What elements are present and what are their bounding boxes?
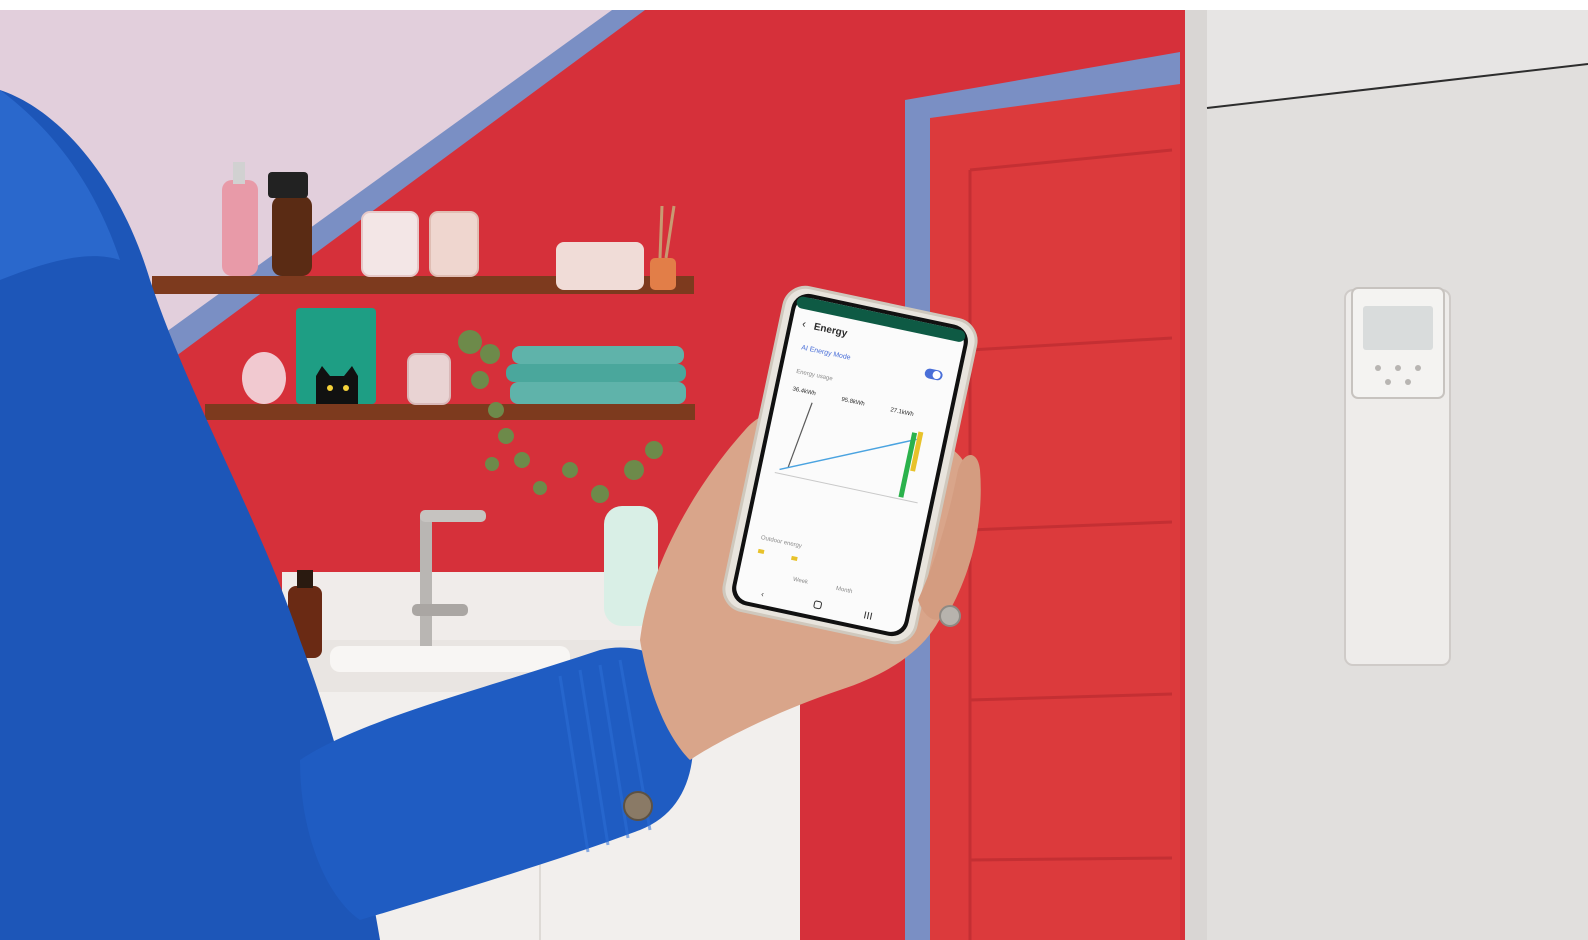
- tin-box: [556, 242, 644, 290]
- spray-bottle: [272, 196, 312, 276]
- ring: [939, 605, 961, 627]
- sink-basin: [330, 646, 570, 672]
- lower-shelf: [205, 404, 695, 420]
- faucet-stem: [420, 516, 432, 646]
- pink-egg: [242, 352, 286, 404]
- spray-head: [268, 172, 308, 198]
- scene-illustration: ‹ Energy AI Energy Mode Energy usage 36.…: [0, 0, 1588, 940]
- glass-jar-salt: [361, 211, 419, 277]
- amber-bottle-cap: [297, 570, 313, 588]
- folded-towels: [506, 346, 686, 404]
- photo-scene: ‹ Energy AI Energy Mode Energy usage 36.…: [0, 0, 1588, 940]
- diffuser-bottle: [650, 258, 676, 290]
- faucet-spout: [420, 510, 486, 522]
- glass-jar-tablets: [429, 211, 479, 277]
- cat-eye-right: [343, 385, 349, 391]
- controller-display: [1363, 306, 1433, 350]
- cat-eye-left: [327, 385, 333, 391]
- cuff-button: [623, 791, 653, 821]
- cabinet-edge: [1185, 10, 1207, 940]
- pump-bottle: [222, 180, 258, 276]
- faucet-handle: [412, 604, 468, 616]
- small-jar: [407, 353, 451, 405]
- pump-head: [233, 162, 245, 184]
